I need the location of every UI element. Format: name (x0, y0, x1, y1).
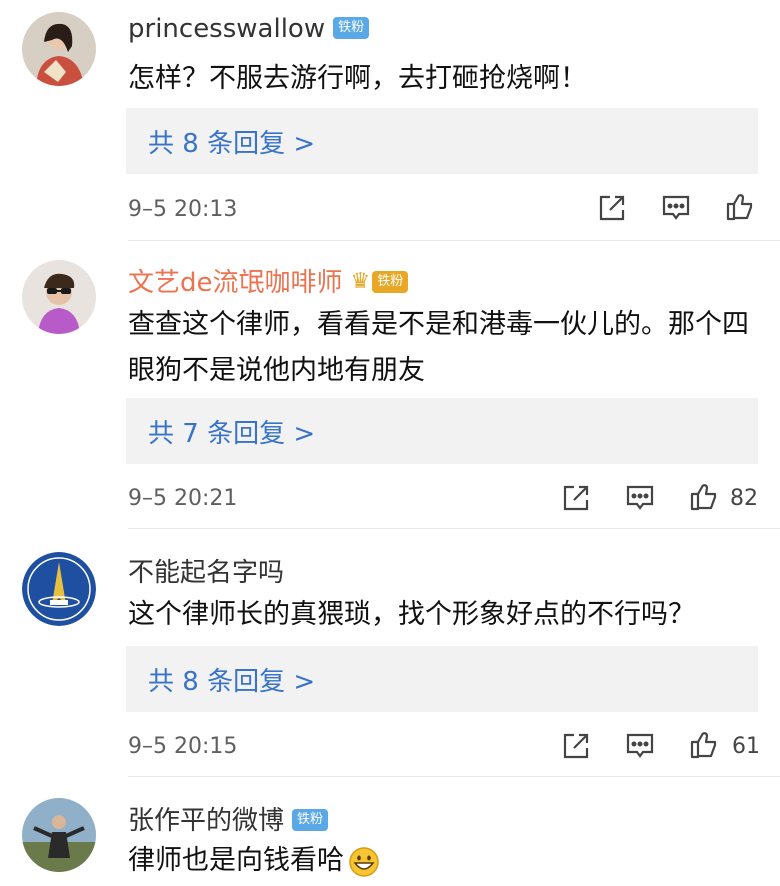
comment-item: 不能起名字吗 这个律师长的真猥琐，找个形象好点的不行吗？ 共 8 条回复 > 9… (0, 530, 780, 778)
timestamp: 9–5 20:21 (128, 486, 238, 511)
thumbs-up-icon[interactable] (724, 190, 756, 222)
username[interactable]: 张作平的微博 铁粉 (128, 800, 329, 837)
view-replies-button[interactable]: 共 8 条回复 > (126, 108, 758, 174)
share-icon[interactable] (560, 482, 592, 514)
comment-item: 张作平的微博 铁粉 律师也是向钱看哈 (0, 778, 780, 886)
like-count: 82 (730, 486, 758, 511)
comment-text: 这个律师长的真猥琐，找个形象好点的不行吗？ (128, 599, 695, 630)
share-icon[interactable] (596, 192, 628, 224)
crown-icon: ♛ (350, 269, 371, 294)
avatar[interactable] (22, 12, 96, 86)
like-count: 61 (732, 734, 760, 759)
divider (128, 240, 780, 241)
timestamp: 9–5 20:15 (128, 734, 238, 759)
avatar[interactable] (22, 798, 96, 872)
username[interactable]: princesswallow 铁粉 (128, 14, 370, 44)
thumbs-up-icon[interactable] (688, 728, 720, 760)
comment-icon[interactable] (624, 730, 656, 762)
avatar[interactable] (22, 552, 96, 626)
username[interactable]: 不能起名字吗 (128, 552, 284, 589)
comment-item: 文艺de流氓咖啡师 ♛ 铁粉 查查这个律师，看看是不是和港毒一伙儿的。那个四眼狗不是… (0, 242, 780, 530)
comment-icon[interactable] (624, 482, 656, 514)
comment-item: princesswallow 铁粉 怎样？不服去游行啊，去打砸抢烧啊！ 共 8 条… (0, 0, 780, 242)
view-replies-button[interactable]: 共 8 条回复 > (126, 646, 758, 712)
comment-text: 怎样？不服去游行啊，去打砸抢烧啊！ (128, 63, 587, 94)
fan-badge: 铁粉 (372, 270, 409, 293)
comment-text: 律师也是向钱看哈 (128, 838, 768, 884)
avatar[interactable] (22, 260, 96, 334)
view-replies-button[interactable]: 共 7 条回复 > (126, 398, 758, 464)
fan-badge: 铁粉 (333, 16, 370, 39)
username[interactable]: 文艺de流氓咖啡师 ♛ 铁粉 (128, 262, 409, 299)
thumbs-up-icon[interactable] (688, 480, 720, 512)
grinning-face-icon (349, 846, 379, 877)
share-icon[interactable] (560, 730, 592, 762)
comment-icon[interactable] (660, 192, 692, 224)
fan-badge: 铁粉 (292, 808, 329, 831)
comment-text: 查查这个律师，看看是不是和港毒一伙儿的。那个四眼狗不是说他内地有朋友 (128, 309, 749, 386)
divider (128, 776, 780, 777)
timestamp: 9–5 20:13 (128, 197, 238, 222)
divider (128, 528, 780, 529)
